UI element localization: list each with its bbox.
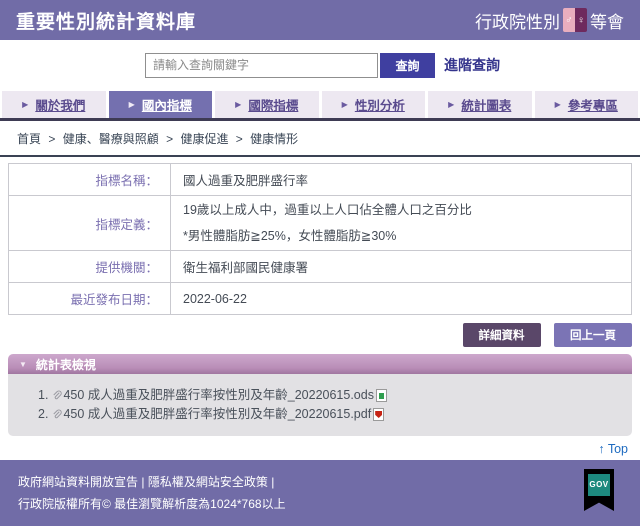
footer-separator: | — [271, 475, 274, 489]
file-index: 2. — [38, 405, 48, 424]
list-item: 1. 450 成人過重及肥胖盛行率按性別及年齡_20220615.ods — [38, 386, 622, 405]
detail-data-button[interactable]: 詳細資料 — [463, 323, 541, 347]
tab-arrow-icon: ▶ — [342, 100, 348, 109]
breadcrumb-category[interactable]: 健康、醫療與照顧 — [63, 132, 159, 146]
tab-arrow-icon: ▶ — [448, 100, 454, 109]
male-symbol-icon: ♂ — [563, 8, 575, 32]
footer-copyright: 行政院版權所有© 最佳瀏覽解析度為1024*768以上 — [18, 493, 622, 515]
tab-label: 統計圖表 — [461, 95, 511, 114]
ods-file-link[interactable]: 450 成人過重及肥胖盛行率按性別及年齡_20220615.ods — [63, 386, 374, 405]
attachment-icon — [51, 409, 62, 420]
tab-label: 國內指標 — [142, 95, 192, 114]
tab-domestic-indicators[interactable]: ▶ 國內指標 — [109, 91, 213, 118]
gender-equality-logo-icon: ♂ ♀ — [563, 8, 587, 32]
ods-file-icon — [376, 389, 387, 402]
pdf-file-link[interactable]: 450 成人過重及肥胖盛行率按性別及年齡_20220615.pdf — [63, 405, 371, 424]
definition-line-1: 19歲以上成人中，過重以上人口佔全體人口之百分比 — [183, 202, 619, 218]
tab-label: 性別分析 — [355, 95, 405, 114]
stats-table-section: ▼ 統計表檢視 1. 450 成人過重及肥胖盛行率按性別及年齡_20220615… — [8, 354, 632, 436]
female-symbol-icon: ♀ — [575, 8, 587, 32]
tab-reference-area[interactable]: ▶ 參考專區 — [535, 91, 639, 118]
latest-release-date-label: 最近發布日期： — [9, 283, 171, 315]
breadcrumb-separator: > — [236, 132, 243, 146]
tab-arrow-icon: ▶ — [235, 100, 241, 109]
breadcrumb-home[interactable]: 首頁 — [17, 132, 41, 146]
footer-links-line: 政府網站資料開放宣告 | 隱私權及網站安全政策 | — [18, 471, 622, 493]
search-button[interactable]: 查詢 — [380, 53, 435, 78]
site-title[interactable]: 重要性別統計資料庫 — [16, 7, 196, 34]
tab-about-us[interactable]: ▶ 關於我們 — [2, 91, 106, 118]
list-item: 2. 450 成人過重及肥胖盛行率按性別及年齡_20220615.pdf — [38, 405, 622, 424]
definition-line-2: *男性體脂肪≧25%，女性體脂肪≧30% — [183, 228, 619, 244]
org-name-right: 等會 — [590, 8, 624, 33]
tab-international-indicators[interactable]: ▶ 國際指標 — [215, 91, 319, 118]
breadcrumb: 首頁 > 健康、醫療與照顧 > 健康促進 > 健康情形 — [0, 121, 640, 157]
file-index: 1. — [38, 386, 48, 405]
tab-arrow-icon: ▶ — [129, 100, 135, 109]
org-logo-link[interactable]: 行政院性別 ♂ ♀ 等會 — [475, 8, 624, 33]
indicator-definition-value: 19歲以上成人中，過重以上人口佔全體人口之百分比 *男性體脂肪≧25%，女性體脂… — [171, 196, 632, 251]
footer-separator: | — [141, 475, 144, 489]
advanced-search-link[interactable]: 進階查詢 — [444, 55, 500, 75]
back-to-top-link[interactable]: ↑ Top — [598, 442, 628, 456]
gov-logo-text: GOV — [588, 474, 610, 496]
breadcrumb-separator: > — [166, 132, 173, 146]
back-button[interactable]: 回上一頁 — [554, 323, 632, 347]
indicator-name-label: 指標名稱： — [9, 164, 171, 196]
table-row: 指標定義： 19歲以上成人中，過重以上人口佔全體人口之百分比 *男性體脂肪≧25… — [9, 196, 632, 251]
search-input[interactable] — [145, 53, 378, 78]
footer: 政府網站資料開放宣告 | 隱私權及網站安全政策 | 行政院版權所有© 最佳瀏覽解… — [0, 460, 640, 526]
tab-statistical-charts[interactable]: ▶ 統計圖表 — [428, 91, 532, 118]
tab-arrow-icon: ▶ — [22, 100, 28, 109]
providing-agency-value: 衛生福利部國民健康署 — [171, 251, 632, 283]
indicator-name-value: 國人過重及肥胖盛行率 — [171, 164, 632, 196]
table-row: 最近發布日期： 2022-06-22 — [9, 283, 632, 315]
tab-label: 參考專區 — [568, 95, 618, 114]
breadcrumb-subcategory[interactable]: 健康促進 — [180, 132, 228, 146]
stats-section-toggle[interactable]: ▼ 統計表檢視 — [8, 354, 632, 374]
attachment-icon — [51, 390, 62, 401]
breadcrumb-current[interactable]: 健康情形 — [250, 132, 298, 146]
privacy-security-policy-link[interactable]: 隱私權及網站安全政策 — [148, 475, 268, 489]
open-data-declaration-link[interactable]: 政府網站資料開放宣告 — [18, 475, 138, 489]
tab-arrow-icon: ▶ — [555, 100, 561, 109]
org-name-left: 行政院性別 — [475, 8, 560, 33]
pdf-file-icon — [373, 408, 384, 421]
indicator-definition-label: 指標定義： — [9, 196, 171, 251]
tab-label: 國際指標 — [248, 95, 298, 114]
latest-release-date-value: 2022-06-22 — [171, 283, 632, 315]
tab-gender-analysis[interactable]: ▶ 性別分析 — [322, 91, 426, 118]
search-row: 查詢 進階查詢 — [145, 52, 640, 78]
collapse-arrow-icon: ▼ — [19, 360, 27, 369]
action-buttons: 詳細資料 回上一頁 — [8, 323, 632, 347]
providing-agency-label: 提供機關： — [9, 251, 171, 283]
tab-label: 關於我們 — [35, 95, 85, 114]
table-row: 指標名稱： 國人過重及肥胖盛行率 — [9, 164, 632, 196]
breadcrumb-separator: > — [48, 132, 55, 146]
header-bar: 重要性別統計資料庫 行政院性別 ♂ ♀ 等會 — [0, 0, 640, 40]
stats-file-list: 1. 450 成人過重及肥胖盛行率按性別及年齡_20220615.ods 2. … — [8, 374, 632, 436]
up-arrow-icon: ↑ — [598, 442, 604, 456]
main-nav: ▶ 關於我們 ▶ 國內指標 ▶ 國際指標 ▶ 性別分析 ▶ 統計圖表 ▶ 參考專… — [0, 91, 640, 118]
top-row: ↑ Top — [0, 436, 640, 458]
indicator-detail-table: 指標名稱： 國人過重及肥胖盛行率 指標定義： 19歲以上成人中，過重以上人口佔全… — [8, 163, 632, 315]
stats-section-title: 統計表檢視 — [36, 356, 96, 373]
table-row: 提供機關： 衛生福利部國民健康署 — [9, 251, 632, 283]
top-link-label: Top — [608, 442, 628, 456]
